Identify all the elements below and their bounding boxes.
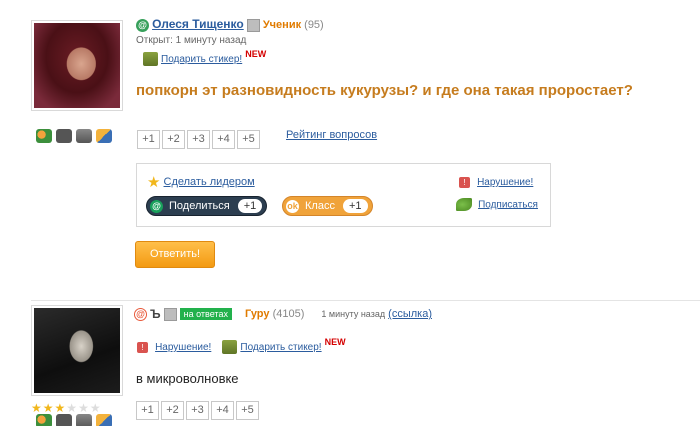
mail-at-icon[interactable]: @ xyxy=(136,18,149,32)
b-icon: Ъ xyxy=(150,307,161,321)
answer-time: 1 минуту назад xyxy=(321,308,386,319)
mail-at-icon: @ xyxy=(150,199,163,213)
star-filled-icon: ★ xyxy=(54,401,67,415)
vote-plus-1[interactable]: +1 xyxy=(137,130,160,149)
question-gift-sticker: Подарить стикер! NEW xyxy=(143,48,267,66)
status-icon xyxy=(163,307,177,321)
answer-violation-link[interactable]: Нарушение! xyxy=(155,342,211,353)
answer-actions: ! Нарушение! Подарить стикер! NEW xyxy=(137,336,346,354)
guru-badge: на ответах xyxy=(179,308,232,320)
video-icon[interactable] xyxy=(76,414,92,426)
divider xyxy=(31,300,700,301)
new-badge: NEW xyxy=(324,336,346,347)
answer-button[interactable]: Ответить! xyxy=(135,241,215,268)
question-opened-time: Открыт: 1 минуту назад xyxy=(136,35,247,46)
edit-icon[interactable] xyxy=(96,129,112,143)
class-label: Класс xyxy=(305,200,335,212)
gift-icon xyxy=(222,340,238,354)
status-icon xyxy=(246,18,260,32)
warning-icon: ! xyxy=(137,341,148,353)
vote-plus-5[interactable]: +5 xyxy=(236,401,259,420)
vote-plus-4[interactable]: +4 xyxy=(212,130,235,149)
warning-icon: ! xyxy=(459,176,470,188)
vote-plus-2[interactable]: +2 xyxy=(162,130,185,149)
star-empty-icon: ★ xyxy=(78,401,90,415)
camera-icon[interactable] xyxy=(56,129,72,143)
violation-link[interactable]: Нарушение! xyxy=(477,177,533,188)
answer-permalink[interactable]: (ссылка) xyxy=(388,308,432,320)
rating-link[interactable]: Рейтинг вопросов xyxy=(286,129,377,141)
question-author-avatar[interactable] xyxy=(31,20,123,111)
gift-icon xyxy=(143,52,158,66)
subscribe[interactable]: Подписаться xyxy=(456,198,538,211)
vote-plus-1[interactable]: +1 xyxy=(136,401,159,420)
violation[interactable]: ! Нарушение! xyxy=(459,176,533,188)
mail-at-icon[interactable]: @ xyxy=(134,307,147,321)
question-author-icons xyxy=(36,129,112,143)
gift-sticker-link[interactable]: Подарить стикер! xyxy=(161,54,242,65)
friends-icon[interactable] xyxy=(36,129,52,143)
answer-author-icons xyxy=(36,414,112,426)
question-author-points: (95) xyxy=(304,19,324,31)
star-empty-icon: ★ xyxy=(66,401,79,415)
question-author-name[interactable]: Олеся Тищенко xyxy=(152,17,244,31)
answer-gift-sticker-link[interactable]: Подарить стикер! xyxy=(240,342,321,353)
star-filled-icon: ★ xyxy=(42,401,55,415)
answer-author-rank: Гуру xyxy=(245,307,270,320)
make-leader[interactable]: ★ Сделать лидером xyxy=(147,173,255,191)
answer-author-line: @ Ъ на ответах Гуру (4105) 1 минуту наза… xyxy=(134,307,432,321)
answer-vote-buttons: +1 +2 +3 +4 +5 xyxy=(136,401,259,420)
video-icon[interactable] xyxy=(76,129,92,143)
star-filled-icon: ★ xyxy=(31,401,43,415)
edit-icon[interactable] xyxy=(96,414,112,426)
vote-plus-3[interactable]: +3 xyxy=(187,130,210,149)
answer-author-avatar[interactable] xyxy=(31,305,123,396)
question-author-line: @ Олеся Тищенко Ученик (95) xyxy=(136,17,324,32)
class-count: +1 xyxy=(342,199,368,213)
question-vote-buttons: +1 +2 +3 +4 +5 xyxy=(137,130,260,149)
leaf-icon xyxy=(456,198,472,211)
make-leader-link[interactable]: Сделать лидером xyxy=(164,176,255,188)
share-count: +1 xyxy=(237,199,263,213)
subscribe-link[interactable]: Подписаться xyxy=(478,199,538,210)
star-icon: ★ xyxy=(147,174,161,191)
vote-plus-5[interactable]: +5 xyxy=(237,130,260,149)
vote-plus-2[interactable]: +2 xyxy=(161,401,184,420)
answer-text: в микроволновке xyxy=(136,371,239,386)
camera-icon[interactable] xyxy=(56,414,72,426)
question-author-rank: Ученик xyxy=(262,19,302,31)
share-button[interactable]: @ Поделиться +1 xyxy=(146,196,268,216)
new-badge: NEW xyxy=(245,48,267,59)
class-button[interactable]: ok Класс +1 xyxy=(282,196,373,216)
question-actions-panel: ★ Сделать лидером @ Поделиться +1 ok Кла… xyxy=(136,163,551,227)
vote-plus-4[interactable]: +4 xyxy=(211,401,234,420)
share-label: Поделиться xyxy=(169,200,230,212)
answer-author-stars: ★★★★★★ xyxy=(31,401,102,415)
star-empty-icon: ★ xyxy=(89,401,102,415)
friends-icon[interactable] xyxy=(36,414,52,426)
ok-icon: ok xyxy=(286,199,299,213)
question-text: попкорн эт разновидность кукурузы? и где… xyxy=(136,82,633,99)
vote-plus-3[interactable]: +3 xyxy=(186,401,209,420)
answer-author-points: (4105) xyxy=(272,307,305,320)
